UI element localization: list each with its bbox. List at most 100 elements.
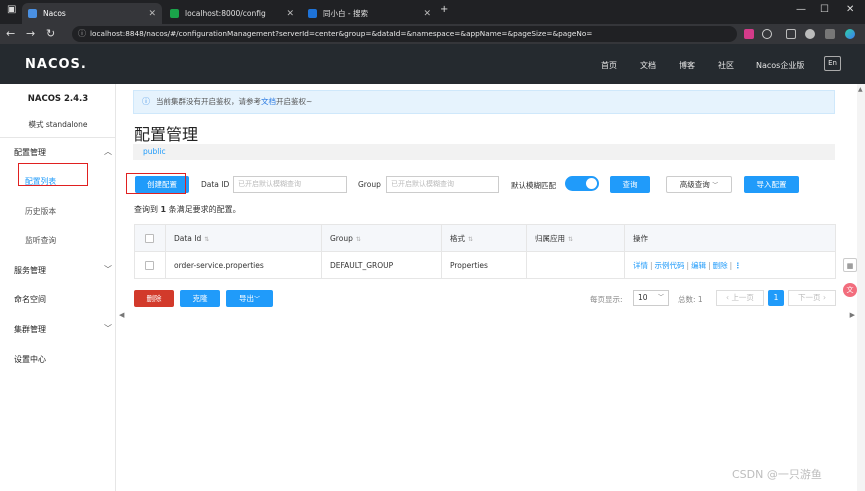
back-icon[interactable]: ← <box>6 27 15 40</box>
nav-link-home[interactable]: 首页 <box>601 60 617 71</box>
maximize-icon[interactable]: ☐ <box>820 4 829 15</box>
copilot-icon[interactable] <box>762 29 772 39</box>
scroll-left-icon[interactable]: ◀ <box>119 311 124 319</box>
scroll-up-icon[interactable]: ▲ <box>858 86 863 93</box>
tab-title: Nacos <box>43 9 66 18</box>
browser-tab-config[interactable]: localhost:8000/config ✕ <box>164 3 300 24</box>
header-operations: 操作 <box>624 225 835 252</box>
export-button[interactable]: 导出﹀ <box>226 290 273 307</box>
cell-app <box>526 252 624 279</box>
sample-code-link[interactable]: 示例代码 <box>655 261 685 270</box>
address-bar: ← → ↻ ⓘ localhost:8848/nacos/#/configura… <box>0 24 865 44</box>
mode-label: 模式 standalone <box>28 120 88 129</box>
sidebar-group-service-management[interactable]: 服务管理 <box>14 265 46 276</box>
forward-icon[interactable]: → <box>26 27 35 40</box>
sort-icon[interactable]: ⇅ <box>468 236 473 243</box>
detail-link[interactable]: 详情 <box>633 261 648 270</box>
notice-docs-link[interactable]: 文档 <box>261 97 276 106</box>
prev-page-button[interactable]: ‹ 上一页 <box>716 290 764 306</box>
close-tab-icon[interactable]: ✕ <box>286 9 294 19</box>
namespace-bar: public <box>133 144 835 160</box>
close-tab-icon[interactable]: ✕ <box>423 9 431 19</box>
sidebar-group-config-management[interactable]: 配置管理 <box>14 147 46 158</box>
header-dataid[interactable]: Data Id ⇅ <box>165 225 321 252</box>
header-label: 操作 <box>633 234 648 243</box>
header-group[interactable]: Group ⇅ <box>321 225 441 252</box>
sidebar-item-namespace[interactable]: 命名空间 <box>14 294 46 305</box>
sidebar-item-history[interactable]: 历史版本 <box>25 206 56 217</box>
page-size-label: 每页显示: <box>590 295 623 304</box>
scroll-right-icon[interactable]: ▶ <box>850 311 855 319</box>
copilot-logo-icon[interactable] <box>845 29 855 39</box>
group-input[interactable]: 已开启默认模糊查询 <box>386 176 499 193</box>
export-label: 导出 <box>238 294 254 303</box>
minimize-icon[interactable]: — <box>796 4 806 15</box>
clone-button[interactable]: 克隆 <box>180 290 220 307</box>
bing-favicon-icon <box>308 9 317 18</box>
close-tab-icon[interactable]: ✕ <box>148 9 156 19</box>
page-size-select[interactable]: 10 ﹀ <box>633 290 669 306</box>
row-checkbox[interactable] <box>145 261 154 270</box>
sidebar-group-cluster-management[interactable]: 集群管理 <box>14 324 46 335</box>
tab-menu-icon[interactable]: ▣ <box>7 4 16 15</box>
sidebar-item-settings[interactable]: 设置中心 <box>14 354 46 365</box>
edit-link[interactable]: 编辑 <box>691 261 706 270</box>
chevron-down-icon: ﹀ <box>657 294 664 301</box>
delete-link[interactable]: 删除 <box>713 261 728 270</box>
group-label: Group <box>358 180 381 189</box>
cell-group: DEFAULT_GROUP <box>321 252 441 279</box>
current-page-button[interactable]: 1 <box>768 290 784 306</box>
cell-operations: 详情 | 示例代码 | 编辑 | 删除 | ⋮ <box>624 252 835 279</box>
sort-icon[interactable]: ⇅ <box>568 236 573 243</box>
nacos-logo[interactable]: NACOS. <box>25 57 87 72</box>
extension-icon[interactable] <box>744 29 754 39</box>
next-page-button[interactable]: 下一页 › <box>788 290 836 306</box>
chevron-down-icon[interactable]: ﹀ <box>104 323 112 334</box>
translate-icon[interactable]: 文 <box>843 283 857 297</box>
qr-code-icon[interactable]: ▦ <box>843 258 857 272</box>
sort-icon[interactable]: ⇅ <box>356 236 361 243</box>
sort-icon[interactable]: ⇅ <box>204 236 209 243</box>
namespace-tab-public[interactable]: public <box>143 147 166 156</box>
select-all-checkbox[interactable] <box>145 234 154 243</box>
chevron-down-icon: ﹀ <box>712 182 719 189</box>
version-label: NACOS 2.4.3 <box>27 94 89 104</box>
vertical-scrollbar[interactable]: ▲ <box>857 84 865 491</box>
batch-delete-button[interactable]: 删除 <box>134 290 174 307</box>
table-header: Data Id ⇅ Group ⇅ 格式 ⇅ 归属应用 ⇅ 操作 <box>135 225 835 252</box>
nav-link-community[interactable]: 社区 <box>718 60 734 71</box>
advanced-query-label: 高级查询 <box>679 180 710 189</box>
header-app[interactable]: 归属应用 ⇅ <box>526 225 624 252</box>
advanced-query-button[interactable]: 高级查询 ﹀ <box>666 176 732 193</box>
dataid-input[interactable]: 已开启默认模糊查询 <box>233 176 347 193</box>
result-suffix: 条满足要求的配置。 <box>168 205 241 214</box>
import-config-button[interactable]: 导入配置 <box>744 176 799 193</box>
fuzzy-match-toggle[interactable] <box>565 176 599 191</box>
close-window-icon[interactable]: ✕ <box>846 4 854 15</box>
favorites-icon[interactable] <box>786 29 796 39</box>
browser-tab-search[interactable]: 同小白 - 搜索 ✕ <box>302 3 437 24</box>
chevron-up-icon[interactable]: ︿ <box>104 146 112 157</box>
url-text: localhost:8848/nacos/#/configurationMana… <box>90 29 593 38</box>
more-menu-icon[interactable] <box>825 29 835 39</box>
result-summary: 查询到 1 条满足要求的配置。 <box>134 204 241 215</box>
chevron-down-icon[interactable]: ﹀ <box>104 264 112 275</box>
browser-tab-bar: ▣ Nacos ✕ localhost:8000/config ✕ 同小白 - … <box>0 0 865 24</box>
nav-link-blog[interactable]: 博客 <box>679 60 695 71</box>
total-count-label: 总数: 1 <box>678 295 703 304</box>
profile-avatar[interactable] <box>805 29 815 39</box>
more-ops-icon[interactable]: ⋮ <box>734 261 742 270</box>
url-field[interactable]: ⓘ localhost:8848/nacos/#/configurationMa… <box>72 26 737 42</box>
auth-notice: ⓘ 当前集群没有开启鉴权，请参考文档开启鉴权~ <box>133 90 835 114</box>
browser-tab-nacos[interactable]: Nacos ✕ <box>22 3 162 24</box>
horizontal-scrollbar[interactable]: ◀ ▶ <box>117 311 859 321</box>
language-switch-button[interactable]: En <box>824 56 841 71</box>
search-button[interactable]: 查询 <box>610 176 650 193</box>
info-icon[interactable]: ⓘ <box>78 26 86 42</box>
new-tab-icon[interactable]: + <box>440 4 448 15</box>
sidebar-item-listener-query[interactable]: 监听查询 <box>25 235 56 246</box>
nav-link-enterprise[interactable]: Nacos企业版 <box>756 60 804 71</box>
refresh-icon[interactable]: ↻ <box>46 27 55 40</box>
nav-link-docs[interactable]: 文档 <box>640 60 656 71</box>
header-format[interactable]: 格式 ⇅ <box>441 225 526 252</box>
